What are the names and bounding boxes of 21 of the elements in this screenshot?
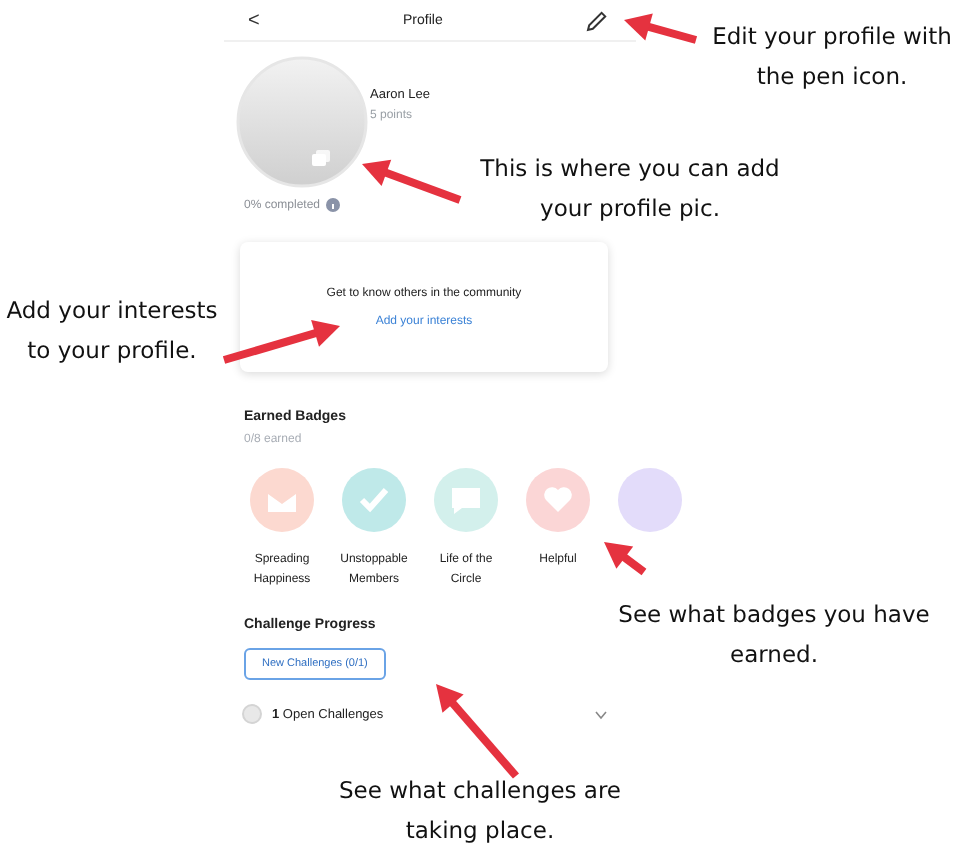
avatar-placeholder[interactable] <box>236 56 368 188</box>
annotation-text: Edit your profile with the pen icon. <box>710 20 954 94</box>
badge-icon[interactable] <box>434 468 498 532</box>
radio-icon[interactable] <box>242 704 262 724</box>
arrow <box>604 542 647 576</box>
badge-icon[interactable] <box>618 468 682 532</box>
arrow <box>624 13 698 44</box>
annotation-text: Add your interests to your profile. <box>4 294 220 368</box>
back-button[interactable]: < <box>248 9 260 31</box>
chevron-icon[interactable] <box>594 709 608 719</box>
badge-icon[interactable] <box>250 468 314 532</box>
badge-icon[interactable] <box>342 468 406 532</box>
annotation-text: See what challenges are taking place. <box>336 774 624 848</box>
badge-icon[interactable] <box>526 468 590 532</box>
pen-icon[interactable] <box>586 9 608 31</box>
info-icon[interactable] <box>326 198 341 212</box>
arrow <box>222 319 340 364</box>
annotation-text: This is where you can add your profile pic. <box>478 152 782 226</box>
annotation-text: See what badges you have earned. <box>616 598 932 672</box>
arrow <box>436 684 519 779</box>
arrow <box>362 159 462 204</box>
